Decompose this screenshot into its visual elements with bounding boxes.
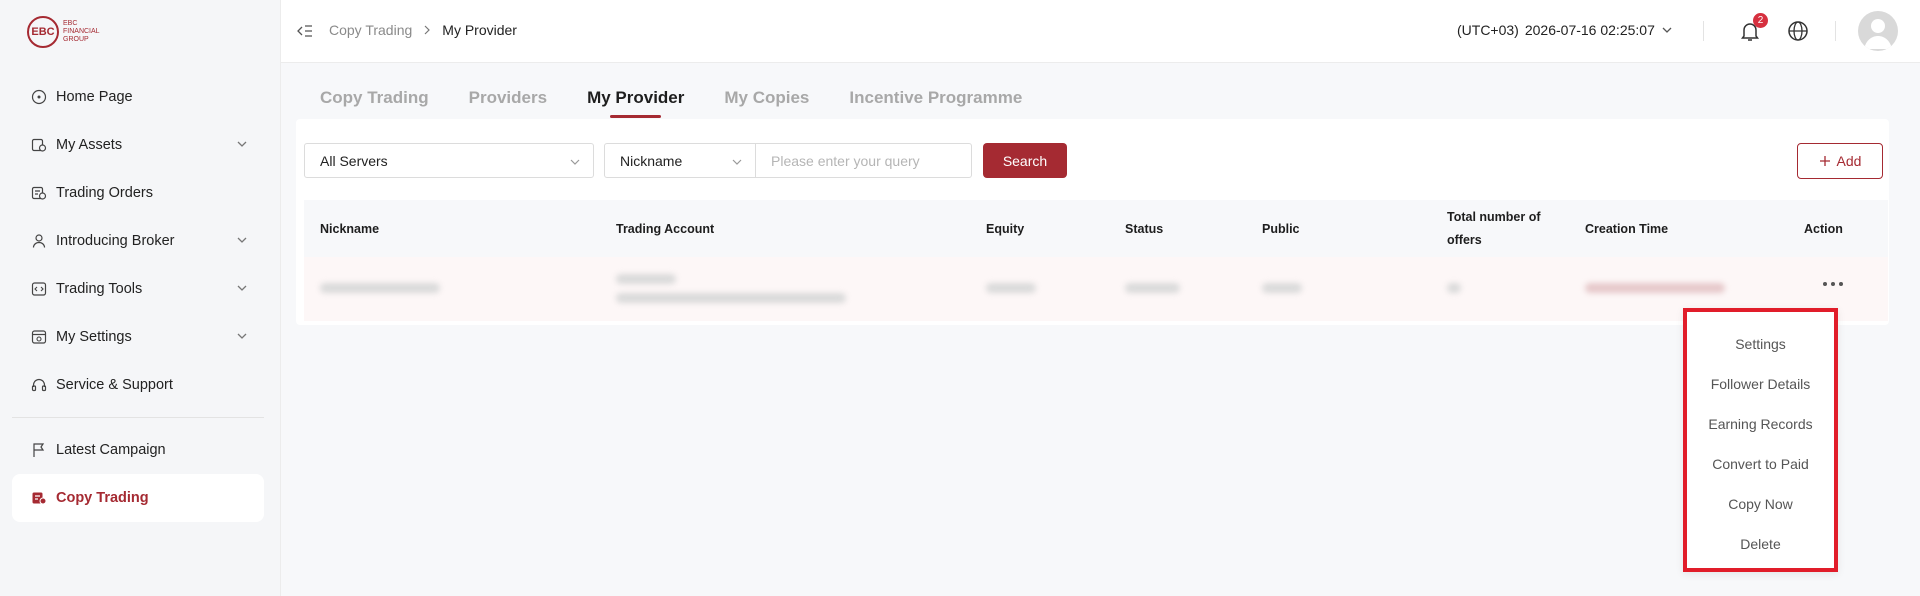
chevron-down-icon	[237, 141, 247, 147]
tab-my-provider[interactable]: My Provider	[587, 88, 684, 118]
table-row[interactable]	[304, 257, 1888, 321]
sidebar-item-my-assets[interactable]: My Assets	[12, 121, 264, 169]
sidebar-item-home[interactable]: Home Page	[12, 73, 264, 121]
breadcrumb-current: My Provider	[442, 22, 517, 38]
tab-copy-trading[interactable]: Copy Trading	[320, 88, 429, 118]
redacted-creation-time	[1585, 283, 1725, 293]
sidebar-item-my-settings[interactable]: My Settings	[12, 313, 264, 361]
header-divider	[1703, 21, 1704, 41]
sidebar-item-copy-trading[interactable]: Copy Trading	[12, 474, 264, 522]
current-datetime: 2026-07-16 02:25:07	[1524, 22, 1655, 38]
redacted-nickname	[320, 283, 440, 293]
search-field-value: Nickname	[620, 152, 683, 169]
sidebar-nav: Home Page My Assets Trading Orders Intro…	[12, 73, 264, 522]
redacted-status	[1125, 283, 1180, 293]
chevron-down-icon	[732, 159, 742, 165]
sidebar-divider	[12, 417, 264, 418]
copy-trading-icon	[30, 489, 48, 507]
column-header-public: Public	[1262, 221, 1300, 236]
brand-logo[interactable]: EBC EBC FINANCIAL GROUP	[27, 16, 100, 48]
menu-item-settings[interactable]: Settings	[1687, 336, 1834, 352]
logo-text: EBC FINANCIAL GROUP	[63, 20, 100, 43]
chevron-down-icon	[237, 333, 247, 339]
menu-item-convert-to-paid[interactable]: Convert to Paid	[1687, 456, 1834, 472]
search-field-select[interactable]: Nickname	[604, 143, 756, 178]
column-header-trading-account: Trading Account	[616, 221, 715, 236]
menu-item-earning-records[interactable]: Earning Records	[1687, 416, 1834, 432]
sidebar-item-label: Service & Support	[56, 377, 173, 393]
sidebar: EBC EBC FINANCIAL GROUP Home Page My Ass…	[0, 0, 281, 596]
assets-icon	[30, 136, 48, 154]
chevron-right-icon	[424, 25, 431, 35]
globe-icon[interactable]	[1787, 20, 1809, 42]
top-header: Copy Trading My Provider (UTC+03) 2026-0…	[281, 0, 1920, 63]
search-button[interactable]: Search	[983, 143, 1067, 178]
redacted-account-detail	[616, 293, 846, 303]
sidebar-item-label: Trading Tools	[56, 281, 143, 297]
search-input[interactable]	[755, 143, 972, 178]
notification-badge: 2	[1753, 13, 1768, 28]
chevron-down-icon	[570, 159, 580, 165]
breadcrumb-parent[interactable]: Copy Trading	[329, 22, 412, 38]
flag-icon	[30, 441, 48, 459]
tab-incentive-programme[interactable]: Incentive Programme	[849, 88, 1022, 118]
headset-icon	[30, 376, 48, 394]
more-actions-icon[interactable]	[1823, 282, 1843, 286]
timezone-offset: (UTC+03)	[1457, 22, 1519, 38]
action-menu: Settings Follower Details Earning Record…	[1683, 308, 1838, 572]
server-select-value: All Servers	[320, 152, 388, 169]
tools-icon	[30, 280, 48, 298]
sidebar-item-label: Latest Campaign	[56, 442, 166, 458]
column-header-nickname: Nickname	[320, 221, 380, 236]
column-header-equity: Equity	[986, 221, 1025, 236]
sidebar-item-latest-campaign[interactable]: Latest Campaign	[12, 426, 264, 474]
sidebar-item-label: My Settings	[56, 329, 132, 345]
sidebar-item-label: Copy Trading	[56, 490, 149, 506]
menu-item-delete[interactable]: Delete	[1687, 536, 1834, 552]
add-button[interactable]: Add	[1797, 143, 1883, 179]
column-header-creation-time: Creation Time	[1585, 221, 1669, 236]
sidebar-item-label: Trading Orders	[56, 185, 153, 201]
sidebar-item-introducing-broker[interactable]: Introducing Broker	[12, 217, 264, 265]
sidebar-item-service-support[interactable]: Service & Support	[12, 361, 264, 409]
table-header: Nickname Trading Account Equity Status P…	[304, 200, 1888, 257]
chevron-down-icon	[237, 285, 247, 291]
breadcrumb: Copy Trading My Provider	[329, 22, 517, 38]
collapse-sidebar-icon[interactable]	[296, 22, 314, 40]
sidebar-item-label: Introducing Broker	[56, 233, 175, 249]
sidebar-item-label: My Assets	[56, 137, 123, 153]
avatar[interactable]	[1858, 11, 1898, 51]
menu-item-copy-now[interactable]: Copy Now	[1687, 496, 1834, 512]
redacted-equity	[986, 283, 1036, 293]
redacted-account	[616, 274, 676, 284]
redacted-public	[1262, 283, 1302, 293]
plus-icon	[1819, 156, 1830, 166]
column-header-status: Status	[1125, 221, 1164, 236]
settings-icon	[30, 328, 48, 346]
column-header-action: Action	[1804, 221, 1843, 236]
sidebar-item-trading-tools[interactable]: Trading Tools	[12, 265, 264, 313]
sidebar-item-label: Home Page	[56, 89, 133, 105]
redacted-offers	[1447, 283, 1461, 293]
sidebar-item-trading-orders[interactable]: Trading Orders	[12, 169, 264, 217]
tab-my-copies[interactable]: My Copies	[724, 88, 809, 118]
logo-mark: EBC	[27, 16, 59, 48]
timezone-selector[interactable]: (UTC+03) 2026-07-16 02:25:07	[1457, 22, 1673, 38]
sub-tabs: Copy Trading Providers My Provider My Co…	[320, 88, 1022, 118]
chevron-down-icon	[1662, 27, 1672, 33]
tab-providers[interactable]: Providers	[469, 88, 547, 118]
chevron-down-icon	[237, 237, 247, 243]
header-divider	[1835, 21, 1836, 41]
menu-item-follower-details[interactable]: Follower Details	[1687, 376, 1834, 392]
provider-table: Nickname Trading Account Equity Status P…	[304, 200, 1888, 321]
home-icon	[30, 88, 48, 106]
orders-icon	[30, 184, 48, 202]
column-header-total-offers: Total number of offers	[1447, 209, 1541, 247]
server-select[interactable]: All Servers	[304, 143, 594, 178]
add-button-label: Add	[1836, 153, 1862, 169]
broker-icon	[30, 232, 48, 250]
